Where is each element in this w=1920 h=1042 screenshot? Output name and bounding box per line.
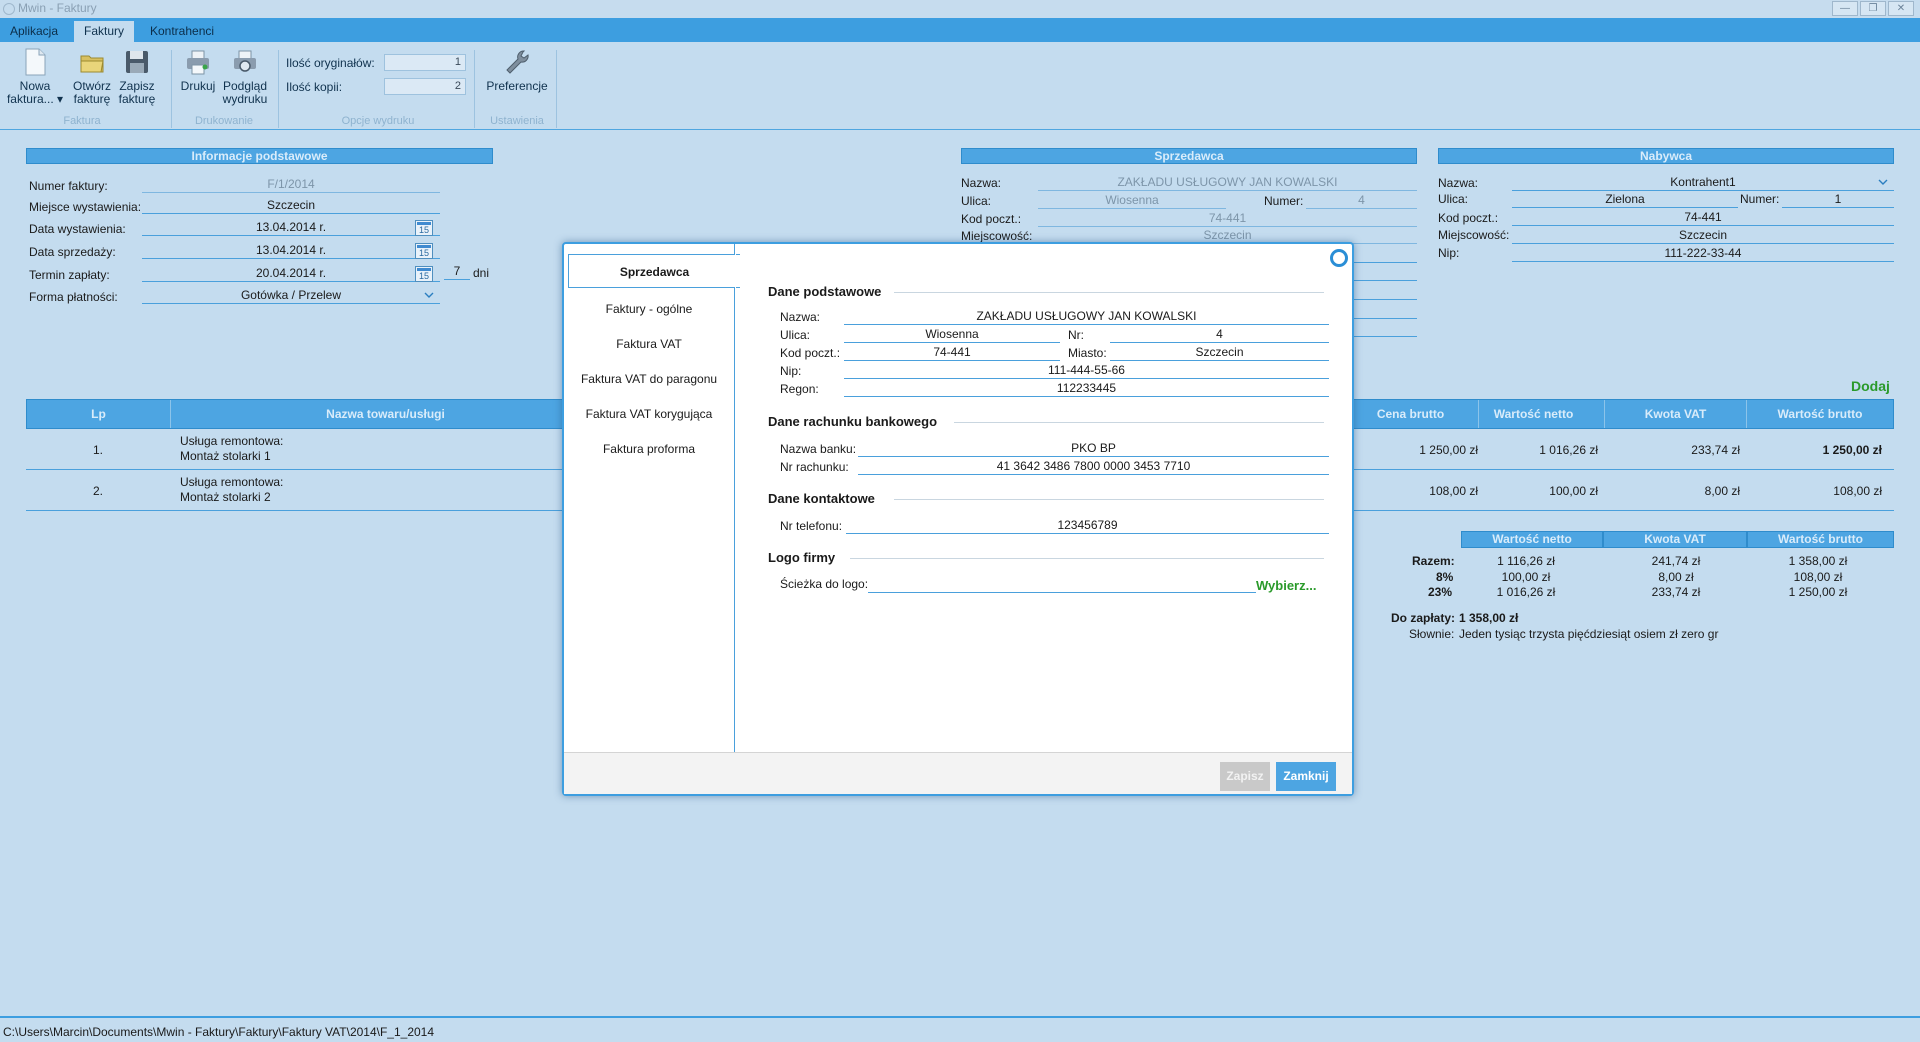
- dialog-footer: Zapisz Zamknij: [564, 752, 1352, 794]
- modal-name-label: Nazwa:: [780, 310, 821, 324]
- modal-nip-label: Nip:: [780, 364, 802, 378]
- modal-phone-field[interactable]: 123456789: [846, 518, 1329, 534]
- modal-regon-field[interactable]: 112233445: [844, 381, 1329, 397]
- modal-street-label: Ulica:: [780, 328, 811, 342]
- modal-regon-label: Regon:: [780, 382, 819, 396]
- close-circle-icon[interactable]: [1330, 249, 1348, 267]
- section-contact-data: Dane kontaktowe: [768, 491, 875, 506]
- nav-faktura-vat[interactable]: Faktura VAT: [564, 327, 734, 361]
- section-basic-data: Dane podstawowe: [768, 284, 882, 299]
- close-button[interactable]: Zamknij: [1276, 762, 1336, 791]
- modal-nr-field[interactable]: 4: [1110, 327, 1329, 343]
- save-button[interactable]: Zapisz: [1220, 762, 1270, 791]
- section-rule: [894, 499, 1324, 500]
- modal-logo-path-label: Ścieżka do logo:: [780, 577, 869, 591]
- modal-postal-label: Kod poczt.:: [780, 346, 841, 360]
- nav-faktura-proforma[interactable]: Faktura proforma: [564, 432, 734, 466]
- nav-tab-joint: [735, 254, 736, 288]
- modal-city-field[interactable]: Szczecin: [1110, 345, 1329, 361]
- modal-logo-path-field[interactable]: [868, 577, 1256, 593]
- nav-faktury-ogolne[interactable]: Faktury - ogólne: [564, 292, 734, 326]
- modal-phone-label: Nr telefonu:: [780, 519, 843, 533]
- section-bank-data: Dane rachunku bankowego: [768, 414, 938, 429]
- modal-nr-label: Nr:: [1068, 328, 1084, 342]
- modal-city-label: Miasto:: [1068, 346, 1107, 360]
- modal-name-field[interactable]: ZAKŁADU USŁUGOWY JAN KOWALSKI: [844, 309, 1329, 325]
- modal-bank-label: Nazwa banku:: [780, 442, 857, 456]
- section-logo: Logo firmy: [768, 550, 836, 565]
- modal-nip-field[interactable]: 111-444-55-66: [844, 363, 1329, 379]
- choose-logo-button[interactable]: Wybierz...: [1256, 578, 1316, 593]
- section-rule: [954, 422, 1324, 423]
- modal-account-field[interactable]: 41 3642 3486 7800 0000 3453 7710: [858, 459, 1329, 475]
- preferences-dialog: Sprzedawca Faktury - ogólne Faktura VAT …: [562, 242, 1354, 796]
- modal-postal-field[interactable]: 74-441: [844, 345, 1060, 361]
- section-rule: [894, 292, 1324, 293]
- nav-faktura-vat-paragon[interactable]: Faktura VAT do paragonu: [564, 362, 734, 396]
- preferences-nav: Sprzedawca Faktury - ogólne Faktura VAT …: [564, 244, 740, 752]
- modal-street-field[interactable]: Wiosenna: [844, 327, 1060, 343]
- section-rule: [850, 558, 1324, 559]
- modal-bank-field[interactable]: PKO BP: [858, 441, 1329, 457]
- modal-account-label: Nr rachunku:: [780, 460, 849, 474]
- modal-overlay: Sprzedawca Faktury - ogólne Faktura VAT …: [0, 0, 1920, 1042]
- nav-sprzedawca[interactable]: Sprzedawca: [568, 254, 740, 288]
- nav-faktura-vat-korygujaca[interactable]: Faktura VAT korygująca: [564, 397, 734, 431]
